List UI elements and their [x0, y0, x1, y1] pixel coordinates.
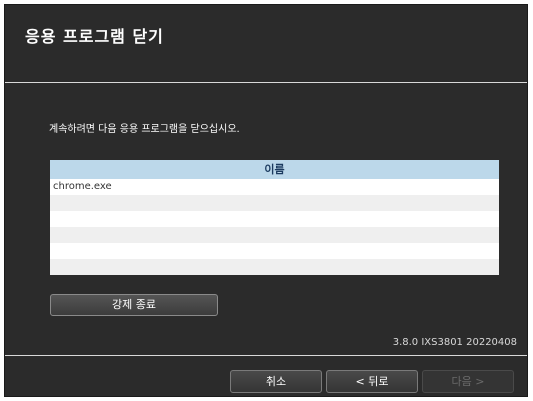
force-quit-button[interactable]: 강제 종료	[50, 294, 218, 316]
dialog-title: 응용 프로그램 닫기	[25, 27, 164, 46]
table-row[interactable]: chrome.exe	[50, 179, 499, 195]
table-row[interactable]	[50, 243, 499, 259]
cancel-button[interactable]: 취소	[230, 370, 322, 393]
next-button: 다음 >	[422, 370, 514, 393]
back-button[interactable]: < 뒤로	[326, 370, 418, 393]
footer-divider	[5, 355, 527, 356]
table-row[interactable]	[50, 211, 499, 227]
application-list[interactable]: 이름 chrome.exe	[50, 160, 499, 275]
instruction-text: 계속하려면 다음 응용 프로그램을 닫으십시오.	[49, 124, 240, 135]
table-row[interactable]	[50, 227, 499, 243]
table-row[interactable]	[50, 259, 499, 275]
table-row[interactable]	[50, 195, 499, 211]
close-applications-dialog: 응용 프로그램 닫기 계속하려면 다음 응용 프로그램을 닫으십시오. 이름 c…	[4, 4, 528, 397]
column-header-name[interactable]: 이름	[50, 160, 499, 179]
application-rows: chrome.exe	[50, 179, 499, 275]
header-divider	[5, 82, 527, 83]
version-label: 3.8.0 IXS3801 20220408	[392, 337, 517, 348]
